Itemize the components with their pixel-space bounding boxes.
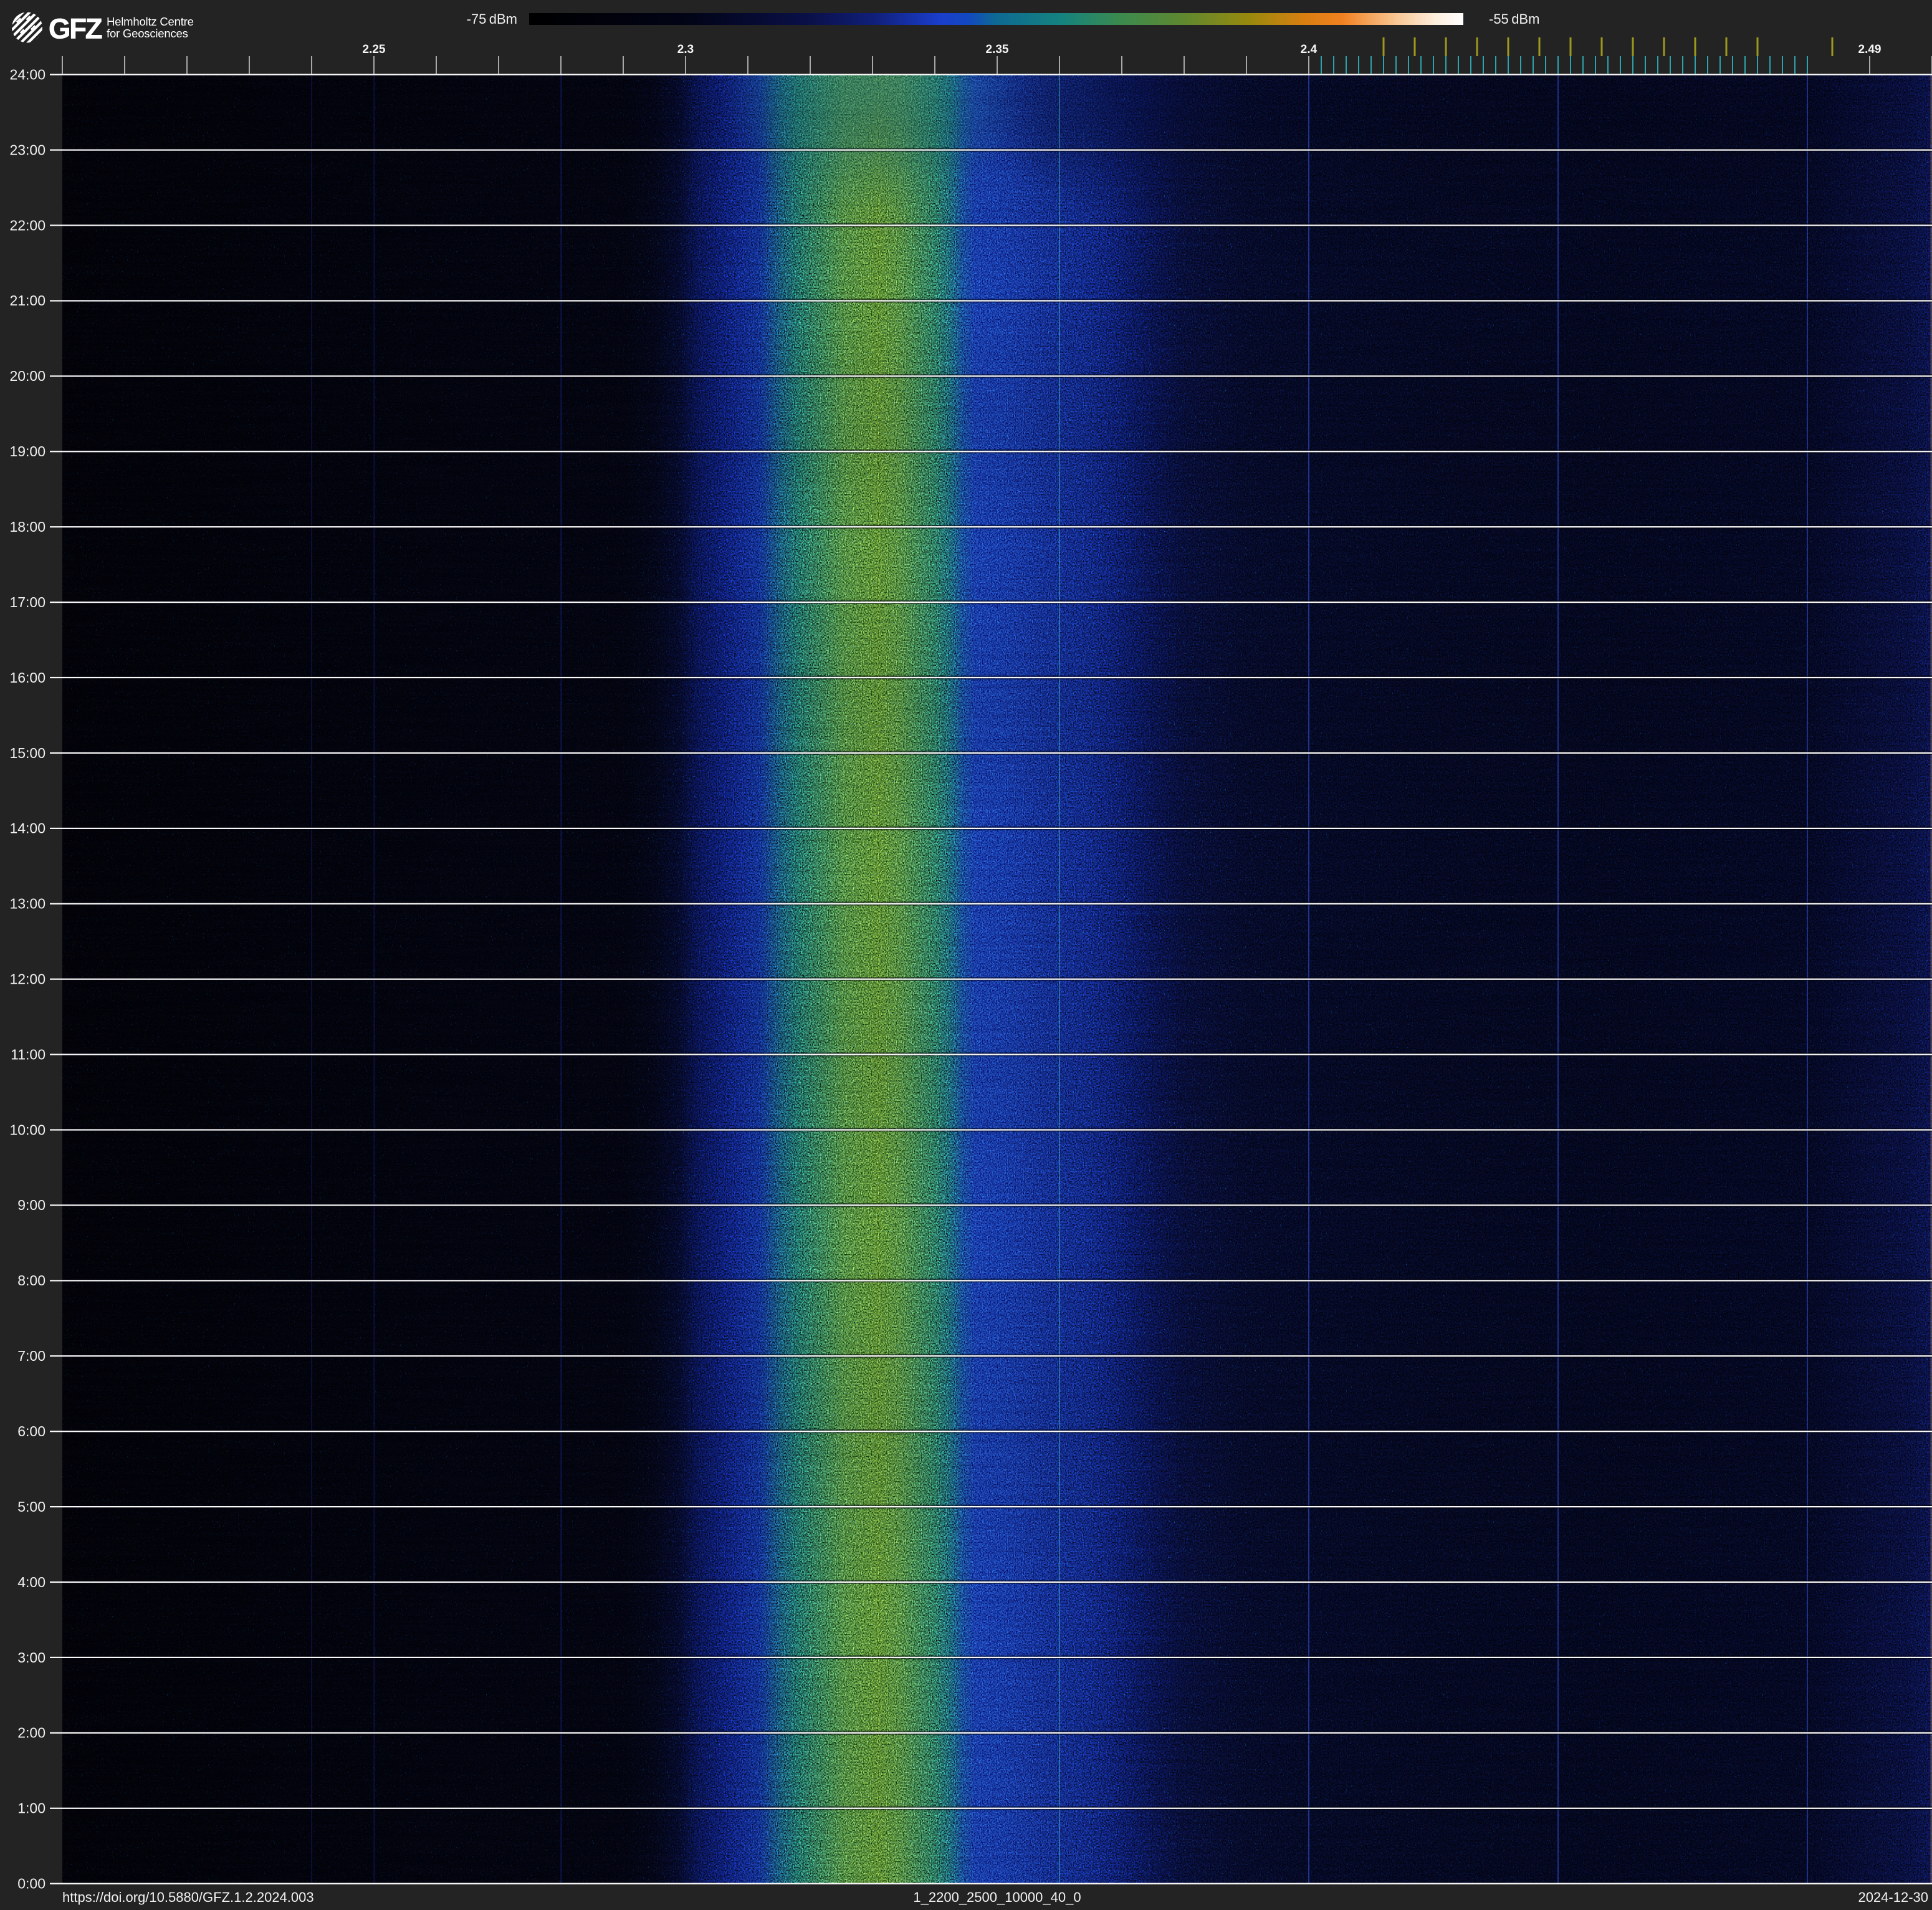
svg-text:2.3: 2.3	[677, 43, 694, 56]
svg-text:13:00: 13:00	[9, 896, 45, 912]
svg-text:21:00: 21:00	[9, 292, 45, 309]
svg-text:20:00: 20:00	[9, 368, 45, 384]
svg-text:23:00: 23:00	[9, 142, 45, 158]
svg-text:10:00: 10:00	[9, 1121, 45, 1138]
svg-text:6:00: 6:00	[17, 1423, 45, 1439]
svg-text:Helmholtz Centre: Helmholtz Centre	[107, 15, 194, 28]
svg-text:3:00: 3:00	[17, 1649, 45, 1666]
svg-text:8:00: 8:00	[17, 1272, 45, 1289]
svg-text:2024-12-30: 2024-12-30	[1858, 1889, 1928, 1905]
svg-text:2:00: 2:00	[17, 1725, 45, 1741]
svg-text:2.4: 2.4	[1301, 43, 1317, 56]
svg-text:1:00: 1:00	[17, 1800, 45, 1816]
svg-text:7:00: 7:00	[17, 1348, 45, 1364]
svg-text:12:00: 12:00	[9, 971, 45, 987]
svg-text:for Geosciences: for Geosciences	[107, 27, 188, 40]
svg-text:1_2200_2500_10000_40_0: 1_2200_2500_10000_40_0	[913, 1889, 1081, 1905]
svg-text:0:00: 0:00	[17, 1876, 45, 1892]
svg-text:2.49: 2.49	[1858, 43, 1882, 56]
svg-text:16:00: 16:00	[9, 669, 45, 686]
svg-text:4:00: 4:00	[17, 1574, 45, 1590]
svg-text:17:00: 17:00	[9, 594, 45, 610]
svg-text:https://doi.org/10.5880/GFZ.1.: https://doi.org/10.5880/GFZ.1.2.2024.003	[62, 1889, 314, 1905]
svg-text:-75 dBm: -75 dBm	[467, 11, 517, 27]
svg-text:14:00: 14:00	[9, 820, 45, 837]
svg-text:11:00: 11:00	[11, 1046, 45, 1062]
svg-text:-55 dBm: -55 dBm	[1489, 11, 1539, 27]
svg-text:GFZ: GFZ	[49, 13, 102, 45]
svg-text:9:00: 9:00	[17, 1197, 45, 1213]
svg-text:2.35: 2.35	[986, 43, 1009, 56]
svg-text:5:00: 5:00	[17, 1499, 45, 1515]
svg-text:22:00: 22:00	[9, 217, 45, 233]
svg-text:18:00: 18:00	[9, 519, 45, 535]
svg-text:24:00: 24:00	[9, 67, 45, 83]
svg-text:19:00: 19:00	[9, 443, 45, 459]
svg-text:15:00: 15:00	[9, 745, 45, 761]
svg-text:2.25: 2.25	[363, 43, 386, 56]
